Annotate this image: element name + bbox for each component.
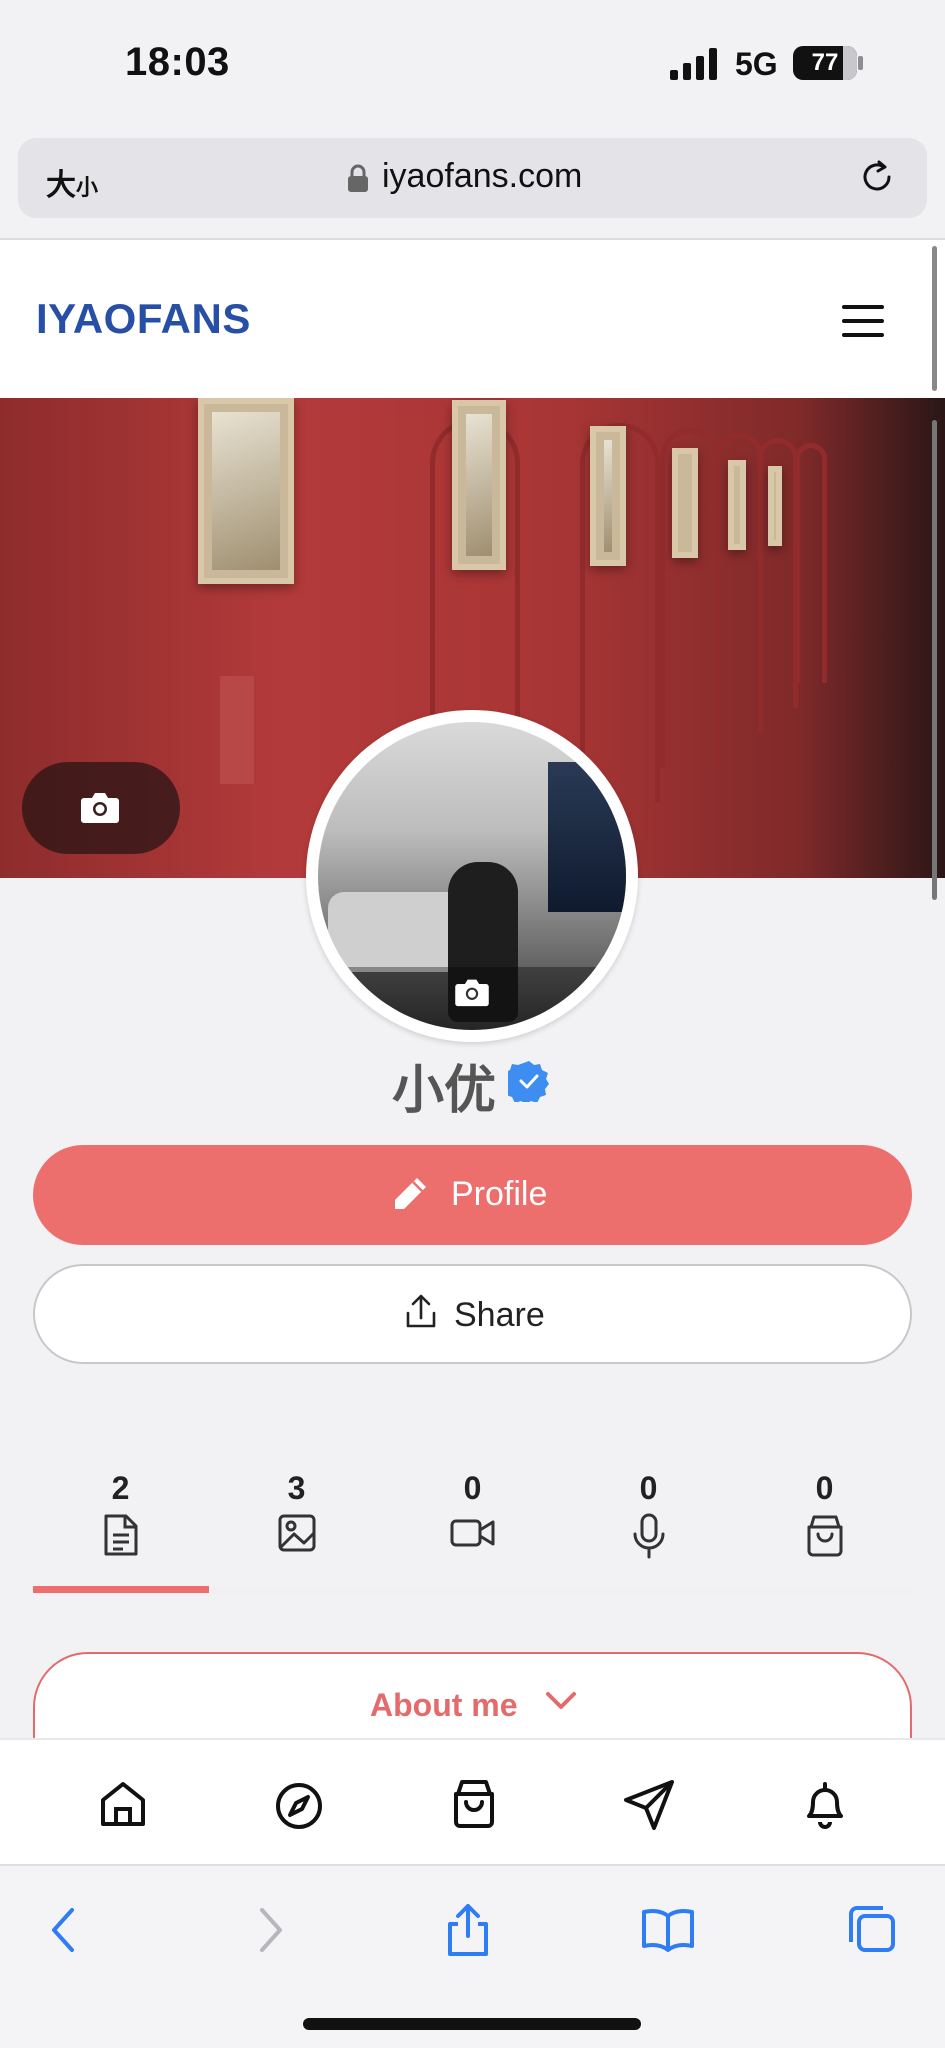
compass-icon[interactable] — [271, 1776, 327, 1832]
pencil-icon — [395, 1178, 426, 1209]
tabs-icon[interactable] — [843, 1902, 899, 1958]
bottom-navigation — [0, 1738, 945, 1864]
tab-count: 0 — [639, 1470, 658, 1506]
verified-badge-icon — [508, 1061, 549, 1102]
share-button[interactable]: Share — [33, 1264, 912, 1364]
site-logo[interactable]: IYAOFANS — [36, 295, 251, 343]
home-icon[interactable] — [95, 1776, 151, 1832]
battery-icon: 77 — [793, 46, 857, 80]
camera-icon[interactable] — [454, 977, 490, 1007]
forward-icon[interactable] — [242, 1902, 298, 1958]
battery-level: 77 — [811, 49, 839, 76]
share-button-label: Share — [454, 1296, 545, 1334]
lock-icon — [348, 164, 368, 192]
signal-icon — [670, 48, 717, 80]
hamburger-menu-icon[interactable] — [842, 305, 884, 337]
shopping-bag-icon — [807, 1515, 842, 1557]
battery-nub — [858, 56, 863, 70]
avatar[interactable] — [306, 710, 638, 1042]
edit-profile-button[interactable]: Profile — [33, 1145, 912, 1245]
shopping-bag-icon[interactable] — [446, 1776, 502, 1832]
tab-count: 0 — [815, 1470, 834, 1506]
network-label: 5G — [735, 46, 778, 82]
change-cover-button[interactable] — [22, 762, 180, 854]
tab-shop[interactable]: 0 — [737, 1460, 912, 1595]
tab-active-indicator — [33, 1586, 209, 1593]
image-icon — [278, 1514, 315, 1552]
microphone-icon — [633, 1513, 664, 1559]
tab-audio[interactable]: 0 — [561, 1460, 736, 1595]
tab-videos[interactable]: 0 — [385, 1460, 560, 1595]
url-text[interactable]: iyaofans.com — [382, 157, 582, 196]
tab-posts[interactable]: 2 — [33, 1460, 208, 1595]
about-me-label: About me — [370, 1687, 518, 1723]
scrollbar-track — [932, 420, 937, 900]
send-icon[interactable] — [622, 1776, 678, 1832]
camera-icon — [81, 793, 119, 823]
reload-icon[interactable] — [857, 157, 897, 197]
chevron-down-icon — [546, 1692, 576, 1709]
scrollbar[interactable] — [932, 246, 937, 391]
content-tabs: 2 3 0 0 0 — [33, 1460, 912, 1595]
bell-icon[interactable] — [797, 1776, 853, 1832]
document-icon — [104, 1514, 137, 1556]
home-indicator — [303, 2018, 641, 2030]
share-icon[interactable] — [440, 1902, 496, 1958]
status-time: 18:03 — [125, 40, 230, 84]
bookmarks-icon[interactable] — [640, 1902, 696, 1958]
video-icon — [450, 1519, 494, 1547]
tab-count: 3 — [287, 1470, 306, 1506]
upload-icon — [406, 1294, 436, 1328]
tab-count: 2 — [111, 1470, 130, 1506]
profile-name: 小优 — [392, 1062, 497, 1120]
text-size-button[interactable]: 大小 — [46, 160, 98, 204]
profile-button-label: Profile — [451, 1175, 548, 1213]
back-icon[interactable] — [36, 1902, 92, 1958]
tab-count: 0 — [463, 1470, 482, 1506]
tab-photos[interactable]: 3 — [209, 1460, 384, 1595]
